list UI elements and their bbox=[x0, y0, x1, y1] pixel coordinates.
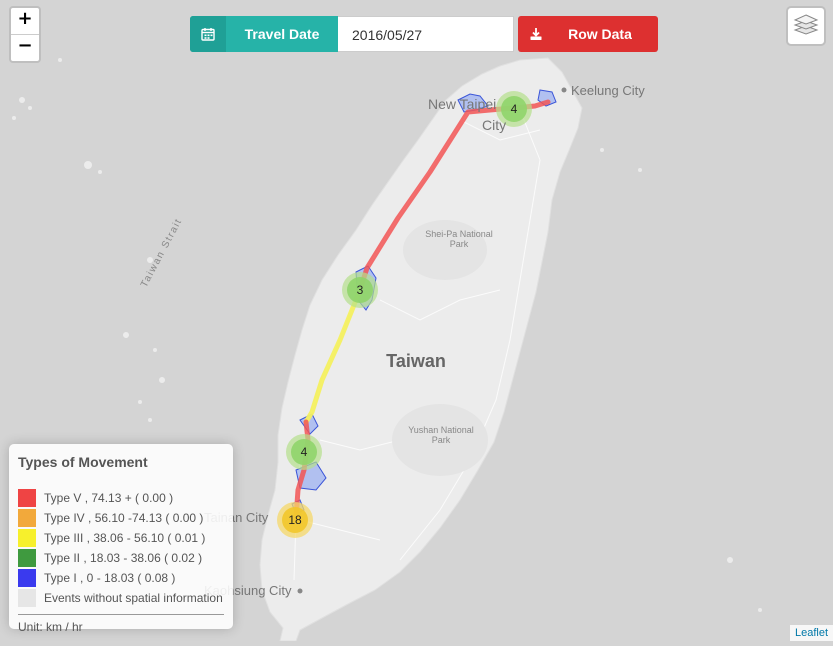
legend-item: Type V , 74.13 + ( 0.00 ) bbox=[18, 488, 224, 508]
legend-unit: Unit: km / hr bbox=[18, 620, 83, 634]
kaohsiung-dot bbox=[297, 588, 303, 594]
legend-item: Events without spatial information bbox=[18, 588, 224, 608]
layers-button[interactable] bbox=[786, 6, 826, 46]
legend-item: Type II , 18.03 - 38.06 ( 0.02 ) bbox=[18, 548, 224, 568]
leaflet-attribution-link[interactable]: Leaflet bbox=[789, 625, 833, 641]
zoom-in-button[interactable]: + bbox=[11, 8, 39, 34]
legend-swatch bbox=[18, 489, 36, 507]
legend-item: Type I , 0 - 18.03 ( 0.08 ) bbox=[18, 568, 224, 588]
cluster-count: 18 bbox=[288, 513, 302, 527]
download-icon bbox=[518, 27, 554, 41]
label-shei-pa-park: Park bbox=[450, 239, 469, 249]
legend-swatch bbox=[18, 589, 36, 607]
legend-item-label: Type II , 18.03 - 38.06 ( 0.02 ) bbox=[44, 551, 203, 565]
legend-swatch bbox=[18, 549, 36, 567]
legend-swatch bbox=[18, 529, 36, 547]
legend-item: Type IV , 56.10 -74.13 ( 0.00 ) bbox=[18, 508, 224, 528]
keelung-dot bbox=[561, 87, 567, 93]
legend-item-label: Type III , 38.06 - 56.10 ( 0.01 ) bbox=[44, 531, 206, 545]
legend-swatch bbox=[18, 569, 36, 587]
cluster-count: 3 bbox=[357, 283, 364, 297]
label-keelung: Keelung City bbox=[571, 83, 645, 98]
label-new-taipei-city: City bbox=[482, 117, 506, 133]
zoom-out-button[interactable]: − bbox=[11, 34, 39, 61]
date-input[interactable]: 2016/05/27 bbox=[338, 16, 514, 52]
layers-icon bbox=[793, 12, 819, 41]
legend-item-label: Type I , 0 - 18.03 ( 0.08 ) bbox=[44, 571, 176, 585]
movement-legend: Types of Movement Type V , 74.13 + ( 0.0… bbox=[9, 444, 233, 634]
legend-swatch bbox=[18, 509, 36, 527]
label-new-taipei: New Taipei bbox=[428, 96, 496, 112]
legend-item: Type III , 38.06 - 56.10 ( 0.01 ) bbox=[18, 528, 224, 548]
legend-title: Types of Movement bbox=[18, 454, 148, 470]
legend-item-label: Type IV , 56.10 -74.13 ( 0.00 ) bbox=[44, 511, 204, 525]
label-yushan: Yushan National bbox=[408, 425, 474, 435]
legend-divider bbox=[18, 614, 224, 615]
cluster-marker[interactable]: 3 bbox=[342, 272, 378, 308]
toolbar: Travel Date 2016/05/27 Row Data bbox=[190, 16, 658, 52]
legend-item-label: Type V , 74.13 + ( 0.00 ) bbox=[44, 491, 174, 505]
row-data-label: Row Data bbox=[568, 26, 632, 42]
label-taiwan: Taiwan bbox=[386, 351, 446, 371]
cluster-marker[interactable]: 18 bbox=[277, 502, 313, 538]
label-shei-pa: Shei-Pa National bbox=[425, 229, 493, 239]
label-yushan-park: Park bbox=[432, 435, 451, 445]
travel-date-button[interactable]: Travel Date bbox=[190, 16, 338, 52]
zoom-control: + − bbox=[9, 6, 41, 63]
calendar-icon bbox=[190, 16, 226, 52]
legend-item-label: Events without spatial information bbox=[44, 591, 223, 605]
row-data-button[interactable]: Row Data bbox=[518, 16, 658, 52]
travel-date-label: Travel Date bbox=[244, 26, 320, 42]
cluster-count: 4 bbox=[301, 445, 308, 459]
cluster-count: 4 bbox=[511, 102, 518, 116]
cluster-marker[interactable]: 4 bbox=[286, 434, 322, 470]
